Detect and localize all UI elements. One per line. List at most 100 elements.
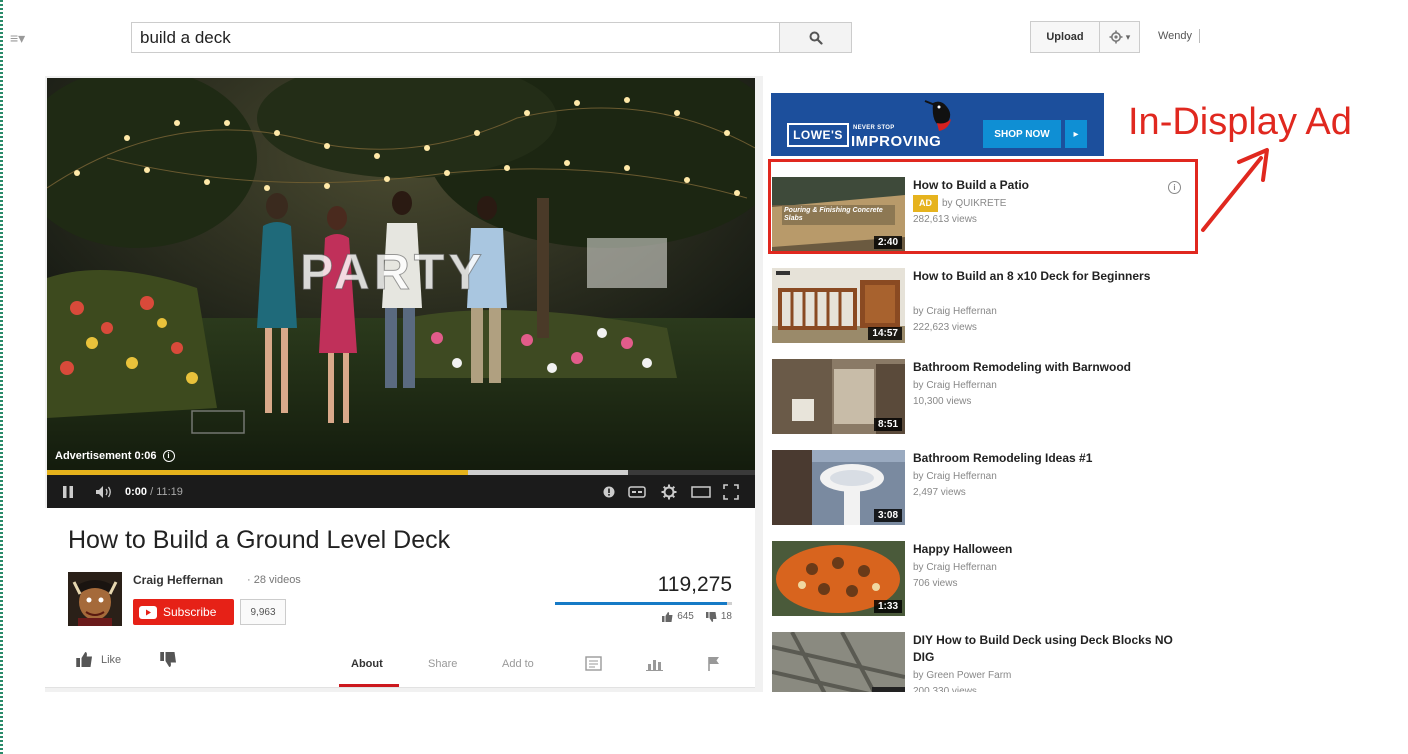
bird-logo-icon [924, 100, 951, 131]
shop-now-arrow-icon[interactable]: ▸ [1065, 120, 1087, 148]
search-icon [809, 31, 823, 45]
video-duration: 8:51 [873, 418, 902, 431]
like-label: Like [101, 653, 122, 666]
search-input[interactable] [131, 22, 779, 53]
duration-time: 11:19 [156, 485, 183, 498]
search-bar [131, 22, 852, 53]
video-duration: 1:33 [873, 600, 902, 613]
avatar-image [68, 572, 122, 626]
fullscreen-button[interactable] [717, 480, 745, 504]
time-display: 0:00 / 11:19 [125, 486, 183, 498]
upload-button[interactable]: Upload [1030, 21, 1100, 53]
captions-icon [628, 485, 646, 498]
volume-icon [96, 485, 111, 498]
video-views: 2,497 views [913, 487, 966, 498]
transcript-icon [585, 656, 602, 671]
like-ratio-bar [555, 602, 732, 605]
annotation-icon [603, 486, 615, 497]
list-item[interactable]: 14:57 How to Build an 8 x10 Deck for Beg… [772, 268, 1192, 346]
user-name[interactable]: Wendy [1158, 30, 1192, 42]
statistics-button[interactable] [646, 656, 663, 676]
list-item[interactable]: 3:08 Bathroom Remodeling Ideas #1 by Cra… [772, 450, 1192, 528]
bar-chart-icon [646, 660, 663, 671]
pause-button[interactable] [57, 480, 79, 504]
video-thumbnail[interactable]: 14:57 [772, 268, 905, 343]
dislike-count: 18 [720, 611, 732, 622]
video-views: 200,330 views [913, 686, 977, 692]
subscribe-button[interactable]: Subscribe [133, 599, 234, 625]
report-button[interactable] [707, 656, 722, 676]
page-edge-border [0, 0, 3, 754]
dislike-button[interactable] [160, 652, 177, 672]
settings-button[interactable]: ▾ [1100, 21, 1140, 53]
guide-menu-icon[interactable]: ≡▾ [10, 30, 25, 47]
shop-now-button[interactable]: SHOP NOW [983, 120, 1061, 148]
advertisement-countdown: Advertisement 0:06 [55, 450, 157, 462]
video-channel: by Craig Heffernan [913, 306, 997, 317]
video-thumbnail[interactable] [772, 632, 905, 692]
like-count: 645 [677, 611, 694, 622]
video-channel: by Craig Heffernan [913, 380, 997, 391]
advertisement-label: Advertisement 0:06 i [55, 450, 175, 462]
video-channel: by Green Power Farm [913, 670, 1012, 681]
banner-slogan-small: NEVER STOP [853, 125, 895, 131]
channel-video-count: · 28 videos [247, 574, 301, 586]
captions-button[interactable] [621, 480, 653, 504]
video-title-link[interactable]: Bathroom Remodeling with Barnwood [913, 359, 1183, 376]
search-button[interactable] [779, 22, 852, 53]
current-time: 0:00 [125, 485, 148, 498]
thumbnail-image [772, 632, 905, 692]
video-channel: by Craig Heffernan [913, 471, 997, 482]
transcript-button[interactable] [585, 656, 602, 676]
subscribe-label: Subscribe [163, 605, 217, 619]
banner-slogan: IMPROVING [851, 133, 942, 150]
annotation-label: In-Display Ad [1128, 101, 1352, 143]
like-ratio-fill [555, 602, 727, 605]
video-title-link[interactable]: How to Build an 8 x10 Deck for Beginners [913, 268, 1183, 285]
tab-about[interactable]: About [351, 658, 383, 670]
video-title-link[interactable]: Happy Halloween [913, 541, 1183, 558]
video-channel: by Craig Heffernan [913, 562, 997, 573]
youtube-play-icon [139, 605, 157, 619]
annotation-arrow-icon [1201, 148, 1269, 232]
channel-name-link[interactable]: Craig Heffernan [133, 573, 223, 587]
settings-player-button[interactable] [653, 480, 685, 504]
pause-icon [63, 485, 73, 498]
in-display-ad-highlight [768, 159, 1198, 254]
video-title-link[interactable]: DIY How to Build Deck using Deck Blocks … [913, 632, 1183, 666]
video-title-link[interactable]: Bathroom Remodeling Ideas #1 [913, 450, 1183, 467]
subscriber-count: 9,963 [240, 599, 286, 625]
info-icon[interactable]: i [162, 450, 175, 462]
gear-icon [1109, 30, 1123, 44]
video-title: How to Build a Ground Level Deck [68, 526, 451, 554]
tab-add-to[interactable]: Add to [502, 658, 534, 670]
theater-mode-button[interactable] [685, 480, 717, 504]
display-banner-ad[interactable]: LOWE'S NEVER STOP IMPROVING SHOP NOW ▸ [771, 93, 1104, 156]
player-controls: 0:00 / 11:19 [47, 475, 755, 508]
video-player[interactable]: PARTY Advertisement 0:06 i 0:00 / 11:19 [47, 78, 755, 508]
chevron-down-icon: ▾ [1125, 31, 1131, 42]
flag-icon [708, 657, 719, 671]
video-views: 706 views [913, 578, 958, 589]
video-thumbnail[interactable]: 8:51 [772, 359, 905, 434]
theater-icon [691, 485, 711, 498]
lowes-logo: LOWE'S [787, 123, 849, 147]
video-thumbnail[interactable]: 1:33 [772, 541, 905, 616]
video-views: 10,300 views [913, 396, 972, 407]
ad-overlay-text: PARTY [300, 244, 486, 301]
video-duration: 14:57 [868, 327, 902, 340]
video-thumbnail[interactable]: 3:08 [772, 450, 905, 525]
list-item[interactable]: 1:33 Happy Halloween by Craig Heffernan … [772, 541, 1192, 619]
list-item[interactable]: DIY How to Build Deck using Deck Blocks … [772, 632, 1192, 692]
channel-avatar[interactable] [68, 572, 122, 626]
user-divider [1199, 29, 1200, 43]
list-item[interactable]: 8:51 Bathroom Remodeling with Barnwood b… [772, 359, 1192, 437]
thumbs-down-icon [160, 652, 176, 667]
thumbs-up-icon [76, 652, 92, 667]
volume-button[interactable] [91, 480, 119, 504]
thumbs-down-icon [705, 611, 717, 622]
like-button[interactable]: Like [76, 652, 121, 667]
annotations-button[interactable] [597, 480, 621, 504]
tab-share[interactable]: Share [428, 658, 457, 670]
like-dislike-counts: 645 18 [600, 611, 732, 622]
